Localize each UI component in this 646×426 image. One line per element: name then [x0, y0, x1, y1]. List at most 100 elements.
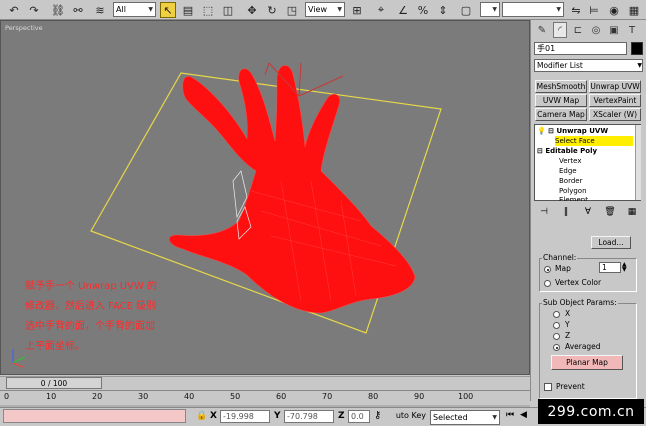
make-unique-icon[interactable]: ∀: [580, 204, 596, 219]
percent-snap-icon[interactable]: %: [415, 2, 431, 18]
named-selection-dropdown[interactable]: ▼: [480, 2, 500, 17]
named-selection-icon[interactable]: ▢: [458, 2, 474, 18]
time-slider-thumb[interactable]: 0 / 100: [6, 377, 102, 389]
chevron-down-icon: ▼: [148, 6, 153, 13]
motion-tab-icon[interactable]: ◎: [589, 22, 603, 38]
lock-icon[interactable]: 🔒: [196, 411, 207, 421]
axis-x-radio[interactable]: [553, 311, 560, 318]
chevron-down-icon: ▼: [492, 6, 497, 13]
select-by-name-icon[interactable]: ▤: [180, 2, 196, 18]
viewport-label[interactable]: Perspective: [5, 24, 43, 32]
prompt-line[interactable]: [3, 409, 186, 423]
perspective-viewport[interactable]: Perspective 赋予手一个 Unwrap UVW 的 修改器，然后进入 …: [0, 20, 530, 375]
window-crossing-icon[interactable]: ◫: [220, 2, 236, 18]
pivot-icon[interactable]: ⊞: [349, 2, 365, 18]
remove-modifier-icon[interactable]: 🗑: [602, 204, 618, 219]
unwrap-parameters-rollout: Load... Channel: Map 1 ▲ ▼ Vertex Color S…: [533, 228, 645, 399]
planar-map-button[interactable]: Planar Map: [551, 355, 623, 370]
map-channel-spinner[interactable]: 1: [599, 262, 621, 273]
chevron-down-icon: ▼: [337, 6, 342, 13]
tick-label: 70: [322, 392, 333, 401]
rotate-icon[interactable]: ↻: [264, 2, 280, 18]
stack-item-edge[interactable]: Edge: [559, 166, 577, 176]
bind-spacewarp-icon[interactable]: ≋: [92, 2, 108, 18]
modifier-list-dropdown[interactable]: Modifier List ▼: [534, 59, 643, 72]
axis-z-radio[interactable]: [553, 333, 560, 340]
modify-tab-icon[interactable]: ◜: [553, 22, 567, 38]
stack-item-select-face[interactable]: Select Face: [555, 136, 633, 146]
prevent-checkbox[interactable]: [544, 383, 552, 391]
utilities-tab-icon[interactable]: T: [625, 22, 639, 38]
tick-label: 40: [184, 392, 195, 401]
pin-stack-icon[interactable]: ⊣: [536, 204, 552, 219]
align-icon[interactable]: ⊨: [586, 2, 602, 18]
load-button[interactable]: Load...: [591, 236, 631, 249]
axis-y-label: Y: [565, 320, 570, 329]
object-name-field[interactable]: 手01: [534, 42, 627, 55]
named-selection-sets[interactable]: ▼: [502, 2, 564, 17]
previous-frame-icon[interactable]: ◀: [520, 410, 527, 420]
link-icon[interactable]: ⛓: [50, 2, 66, 18]
modifier-stack[interactable]: 💡 ⊟ Unwrap UVW Select Face ⊟ Editable Po…: [534, 124, 641, 201]
key-filter-dropdown[interactable]: Selected ▼: [430, 410, 500, 425]
stack-scrollbar[interactable]: [635, 125, 641, 200]
z-coordinate-field[interactable]: 0.0: [348, 410, 370, 423]
spinner-arrows-icon[interactable]: ▲ ▼: [622, 262, 627, 273]
unwrap-uvw-button[interactable]: Unwrap UVW: [589, 80, 641, 93]
averaged-radio[interactable]: [553, 344, 560, 351]
vertexpaint-button[interactable]: VertexPaint: [589, 94, 641, 107]
tick-label: 100: [458, 392, 474, 401]
configure-sets-icon[interactable]: ▦: [624, 204, 640, 219]
x-coordinate-field[interactable]: -19.998: [220, 410, 270, 423]
stack-item-element[interactable]: Element: [559, 195, 588, 201]
vertex-color-radio[interactable]: [544, 280, 551, 287]
tick-label: 50: [230, 392, 241, 401]
annotation-line: 赋予手一个 Unwrap UVW 的: [25, 281, 158, 292]
bulb-icon[interactable]: 💡: [537, 127, 546, 135]
stack-item-unwrap-uvw[interactable]: 💡 ⊟ Unwrap UVW: [537, 126, 608, 136]
selection-filter-dropdown[interactable]: All ▼: [113, 2, 156, 17]
reference-coord-dropdown[interactable]: View ▼: [305, 2, 345, 17]
stack-item-border[interactable]: Border: [559, 176, 582, 186]
angle-snap-icon[interactable]: ∠: [395, 2, 411, 18]
modifier-list-label: Modifier List: [537, 61, 583, 70]
stack-item-vertex[interactable]: Vertex: [559, 156, 582, 166]
move-icon[interactable]: ✥: [244, 2, 260, 18]
axis-y-radio[interactable]: [553, 322, 560, 329]
material-editor-icon[interactable]: ◉: [606, 2, 622, 18]
key-icon[interactable]: ⚷: [374, 410, 381, 421]
y-coordinate-field[interactable]: -70.798: [284, 410, 334, 423]
unlink-icon[interactable]: ⚯: [70, 2, 86, 18]
mirror-icon[interactable]: ⇋: [568, 2, 584, 18]
render-icon[interactable]: ▦: [626, 2, 642, 18]
show-end-result-icon[interactable]: ‖: [558, 204, 574, 219]
xscaler-button[interactable]: XScaler (W): [589, 108, 641, 121]
select-icon[interactable]: ↖: [160, 2, 176, 18]
hand-mesh[interactable]: [169, 65, 416, 314]
z-label: Z: [338, 411, 345, 421]
stack-item-editable-poly[interactable]: ⊟ Editable Poly: [537, 146, 597, 156]
meshsmooth-button[interactable]: MeshSmooth: [535, 80, 587, 93]
scale-icon[interactable]: ◳: [284, 2, 300, 18]
go-to-start-icon[interactable]: ⏮: [506, 410, 514, 420]
region-select-icon[interactable]: ⬚: [200, 2, 216, 18]
redo-icon[interactable]: ↷: [26, 2, 42, 18]
prevent-label: Prevent: [556, 382, 585, 391]
display-tab-icon[interactable]: ▣: [607, 22, 621, 38]
track-bar[interactable]: 0 10 20 30 40 50 60 70 80 90 100: [0, 390, 530, 407]
watermark: 299.com.cn: [538, 399, 644, 424]
auto-key-button[interactable]: Auto Key: [396, 411, 426, 420]
annotation-line: 修改器，然后进入 FACE 级别: [25, 301, 157, 312]
key-filter-value: Selected: [433, 413, 468, 422]
snap-icon[interactable]: ⌖: [373, 2, 389, 18]
map-radio[interactable]: [544, 266, 551, 273]
object-color-swatch[interactable]: [631, 42, 643, 55]
spinner-snap-icon[interactable]: ⇕: [435, 2, 451, 18]
uvw-map-button[interactable]: UVW Map: [535, 94, 587, 107]
create-tab-icon[interactable]: ✎: [535, 22, 549, 38]
hierarchy-tab-icon[interactable]: ⊏: [571, 22, 585, 38]
averaged-label: Averaged: [565, 342, 601, 351]
undo-icon[interactable]: ↶: [6, 2, 22, 18]
stack-toolbar: ⊣ ‖ ∀ 🗑 ▦: [534, 204, 643, 220]
camera-map-button[interactable]: Camera Map: [535, 108, 587, 121]
